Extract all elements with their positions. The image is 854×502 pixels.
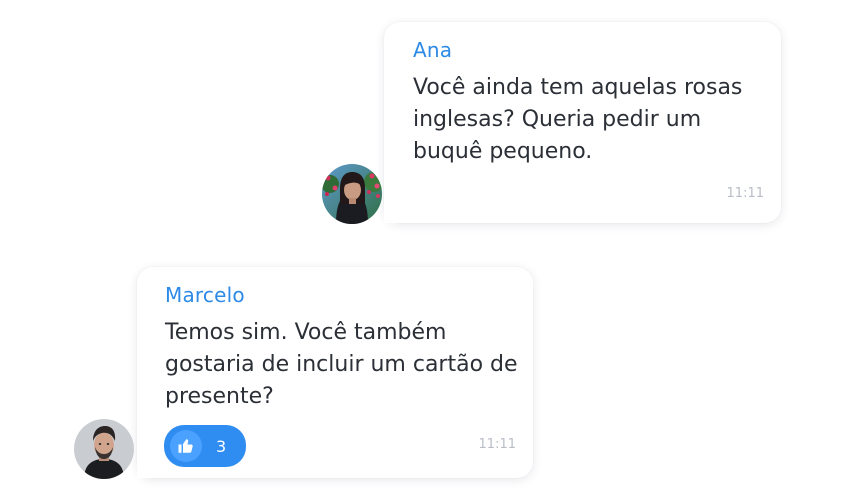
message-timestamp: 11:11 (478, 437, 516, 452)
reaction-count: 3 (216, 436, 227, 456)
message-bubble[interactable]: Ana Você ainda tem aquelas rosas inglesa… (384, 22, 781, 223)
reaction-badge[interactable]: 3 (164, 425, 246, 467)
message-bubble[interactable]: Marcelo Temos sim. Você também gostaria … (137, 267, 533, 478)
sender-name: Marcelo (165, 283, 245, 307)
avatar-marcelo[interactable] (74, 419, 134, 479)
message-text: Temos sim. Você também gostaria de inclu… (165, 320, 518, 409)
sender-name: Ana (413, 38, 453, 62)
thumbs-up-icon (170, 430, 202, 462)
message-text: Você ainda tem aquelas rosas inglesas? Q… (413, 75, 743, 164)
avatar-ana[interactable] (322, 164, 382, 224)
avatar-photo-icon (322, 164, 382, 224)
message-timestamp: 11:11 (726, 186, 764, 201)
avatar-photo-icon (74, 419, 134, 479)
